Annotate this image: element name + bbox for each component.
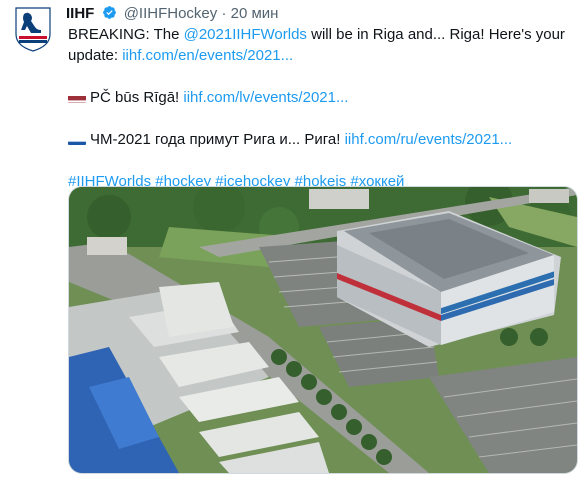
latvia-flag-icon bbox=[68, 92, 86, 103]
arena-aerial-photo bbox=[69, 187, 577, 473]
verified-badge-icon bbox=[102, 6, 116, 19]
text-segment: BREAKING: The bbox=[68, 26, 184, 43]
avatar[interactable] bbox=[14, 6, 52, 52]
author-name[interactable]: IIHF bbox=[66, 5, 94, 22]
tweet-photo[interactable] bbox=[68, 186, 578, 474]
en-article-link[interactable]: iihf.com/en/events/2021... bbox=[122, 47, 293, 64]
iihf-logo-icon bbox=[15, 7, 51, 52]
text-line-2: update: iihf.com/en/events/2021... bbox=[68, 45, 578, 66]
tweet-text: BREAKING: The @2021IIHFWorlds will be in… bbox=[68, 24, 578, 192]
lv-article-link[interactable]: iihf.com/lv/events/2021... bbox=[183, 89, 348, 106]
tweet-header: IIHF @IIHFHockey · 20 мин bbox=[66, 4, 278, 24]
text-line-ru: ЧМ-2021 года примут Рига и... Рига! iihf… bbox=[68, 129, 578, 150]
russia-flag-icon bbox=[68, 134, 86, 145]
text-segment: will be in Riga and... Riga! Here's your bbox=[306, 26, 565, 43]
tweet: IIHF @IIHFHockey · 20 мин BREAKING: The … bbox=[0, 0, 588, 481]
separator-dot: · bbox=[221, 5, 227, 22]
mention-link[interactable]: @2021IIHFWorlds bbox=[184, 26, 307, 43]
text-line-1: BREAKING: The @2021IIHFWorlds will be in… bbox=[68, 24, 578, 45]
text-segment: ЧМ-2021 года примут Рига и... Рига! bbox=[90, 131, 345, 148]
ru-article-link[interactable]: iihf.com/ru/events/2021... bbox=[345, 131, 513, 148]
text-segment: update: bbox=[68, 47, 123, 64]
tweet-timestamp[interactable]: 20 мин bbox=[231, 5, 279, 22]
text-segment: PČ būs Rīgā! bbox=[90, 89, 184, 106]
text-line-lv: PČ būs Rīgā! iihf.com/lv/events/2021... bbox=[68, 87, 578, 108]
author-handle[interactable]: @IIHFHockey bbox=[124, 5, 218, 22]
